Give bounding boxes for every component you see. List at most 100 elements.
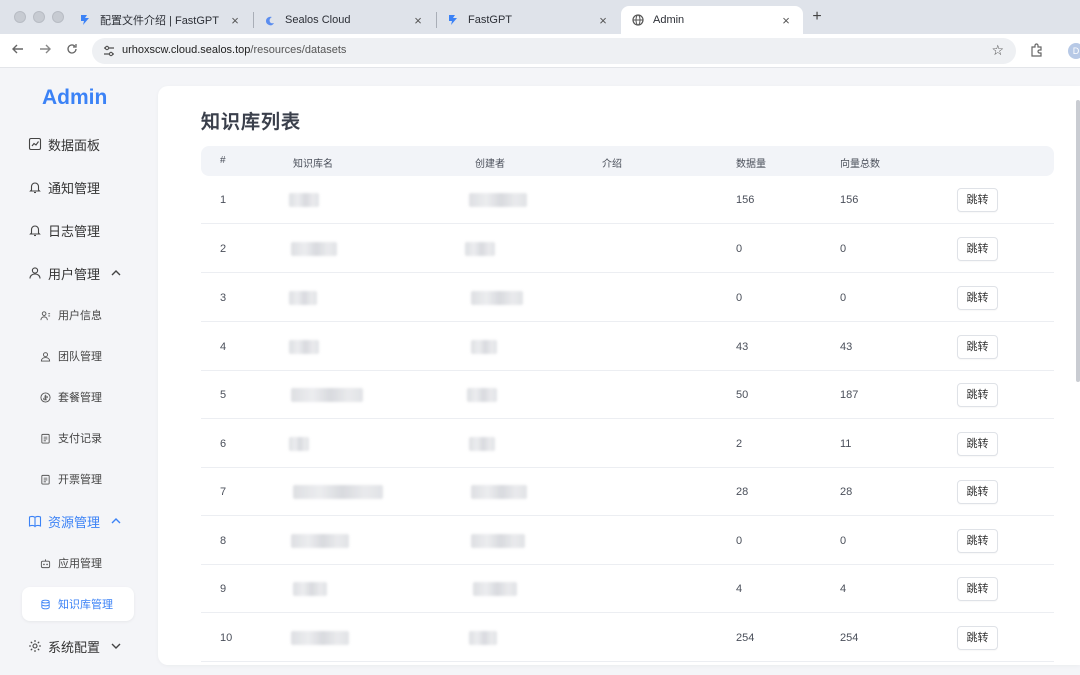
column-header-data-count: 数据量 (736, 159, 766, 170)
back-button[interactable] (9, 42, 27, 60)
vector-total: 0 (840, 243, 847, 255)
bookmark-star-icon[interactable]: ☆ (991, 42, 1004, 59)
redacted-name (289, 193, 319, 207)
redacted-creator (471, 485, 527, 499)
jump-button[interactable]: 跳转 (957, 335, 998, 359)
jump-button[interactable]: 跳转 (957, 383, 998, 407)
data-count: 43 (736, 341, 749, 353)
browser-tab-sealos[interactable]: Sealos Cloud × (253, 6, 435, 34)
page-scrollbar[interactable] (1076, 100, 1080, 382)
data-count: 254 (736, 632, 755, 644)
sidebar-item-resource-management[interactable]: 资源管理 (22, 504, 134, 538)
user-icon (29, 267, 41, 279)
data-count: 0 (736, 243, 743, 255)
table-row: 3 0 0 跳转 (201, 274, 1054, 322)
jump-button[interactable]: 跳转 (957, 237, 998, 261)
sidebar-item-apps[interactable]: 应用管理 (22, 546, 134, 580)
tab-title: Admin (653, 14, 685, 26)
sidebar-item-system-config[interactable]: 系统配置 (22, 629, 134, 663)
sidebar-item-invoices[interactable]: 开票管理 (22, 462, 134, 496)
close-icon[interactable]: × (228, 13, 242, 28)
browser-tab-fastgpt-docs[interactable]: 配置文件介绍 | FastGPT × (68, 6, 252, 34)
redacted-name (289, 437, 309, 451)
sidebar-item-user-info[interactable]: 用户信息 (22, 298, 134, 332)
table-row: 10 254 254 跳转 (201, 614, 1054, 662)
sidebar-item-payments[interactable]: 支付记录 (22, 421, 134, 455)
jump-button[interactable]: 跳转 (957, 577, 998, 601)
sidebar-item-label: 团队管理 (58, 351, 102, 363)
sidebar-item-team[interactable]: 团队管理 (22, 339, 134, 373)
forward-button[interactable] (36, 42, 54, 60)
close-icon[interactable]: × (411, 13, 425, 28)
table-header: # 知识库名 创建者 介绍 数据量 向量总数 (201, 146, 1054, 176)
tab-title: FastGPT (468, 14, 513, 26)
sidebar-item-label: 知识库管理 (58, 599, 113, 611)
sidebar-item-notifications[interactable]: 通知管理 (22, 170, 134, 204)
jump-button[interactable]: 跳转 (957, 529, 998, 553)
coin-icon (40, 391, 51, 403)
sidebar-item-user-management[interactable]: 用户管理 (22, 256, 134, 290)
redacted-creator (469, 437, 495, 451)
table-row: 7 28 28 跳转 (201, 468, 1054, 516)
data-count: 0 (736, 535, 743, 547)
window-minimize-control[interactable] (33, 11, 45, 23)
redacted-creator (471, 291, 523, 305)
bell-icon (29, 182, 41, 194)
reload-button[interactable] (63, 42, 81, 60)
page-title: 知识库列表 (201, 112, 302, 133)
user-info-icon (40, 310, 51, 320)
extensions-icon[interactable] (1029, 42, 1045, 63)
browser-tab-bar: 配置文件介绍 | FastGPT × Sealos Cloud × FastGP… (0, 0, 1080, 34)
redacted-name (289, 340, 319, 354)
site-settings-icon[interactable] (102, 44, 116, 58)
row-index: 6 (220, 438, 227, 450)
jump-button[interactable]: 跳转 (957, 626, 998, 650)
vector-total: 43 (840, 341, 853, 353)
redacted-creator (465, 242, 495, 256)
fastgpt-icon (446, 13, 460, 27)
jump-button[interactable]: 跳转 (957, 286, 998, 310)
sidebar-item-plans[interactable]: 套餐管理 (22, 380, 134, 414)
sidebar-item-dashboard[interactable]: 数据面板 (22, 127, 134, 161)
row-index: 4 (220, 341, 227, 353)
table-row: 4 43 43 跳转 (201, 323, 1054, 371)
new-tab-button[interactable]: + (808, 8, 826, 26)
vector-total: 4 (840, 583, 847, 595)
row-index: 8 (220, 535, 227, 547)
jump-button[interactable]: 跳转 (957, 432, 998, 456)
sidebar-item-logs[interactable]: 日志管理 (22, 213, 134, 247)
chevron-up-icon (111, 518, 121, 524)
browser-tab-admin[interactable]: Admin × (621, 6, 803, 34)
reload-icon (67, 44, 77, 54)
redacted-name (291, 631, 349, 645)
main-panel: 知识库列表 # 知识库名 创建者 介绍 数据量 向量总数 1 156 156 跳… (158, 86, 1080, 665)
url-text: urhoxscw.cloud.sealos.top/resources/data… (122, 44, 346, 56)
receipt-icon (41, 433, 50, 444)
tab-title: Sealos Cloud (285, 14, 351, 26)
sidebar-item-label: 应用管理 (58, 558, 102, 570)
jump-button[interactable]: 跳转 (957, 480, 998, 504)
profile-avatar[interactable]: D (1068, 43, 1080, 59)
column-header-index: # (220, 155, 226, 166)
vector-total: 11 (840, 438, 852, 450)
column-header-vector-total: 向量总数 (840, 159, 880, 170)
browser-toolbar: urhoxscw.cloud.sealos.top/resources/data… (0, 34, 1080, 68)
close-icon[interactable]: × (596, 13, 610, 28)
redacted-creator (469, 193, 527, 207)
sidebar-item-label: 支付记录 (58, 433, 102, 445)
redacted-creator (467, 388, 497, 402)
row-index: 9 (220, 583, 227, 595)
close-icon[interactable]: × (779, 13, 793, 28)
jump-button[interactable]: 跳转 (957, 188, 998, 212)
window-zoom-control[interactable] (52, 11, 64, 23)
address-bar[interactable]: urhoxscw.cloud.sealos.top/resources/data… (92, 38, 1016, 64)
redacted-name (291, 534, 349, 548)
redacted-name (291, 388, 363, 402)
row-index: 3 (220, 292, 227, 304)
sidebar-item-label: 通知管理 (48, 180, 101, 196)
sidebar-item-label: 日志管理 (48, 223, 101, 239)
sidebar-item-label: 开票管理 (58, 474, 102, 486)
browser-tab-fastgpt[interactable]: FastGPT × (436, 6, 620, 34)
window-close-control[interactable] (14, 11, 26, 23)
sidebar-item-datasets[interactable]: 知识库管理 (22, 587, 134, 621)
